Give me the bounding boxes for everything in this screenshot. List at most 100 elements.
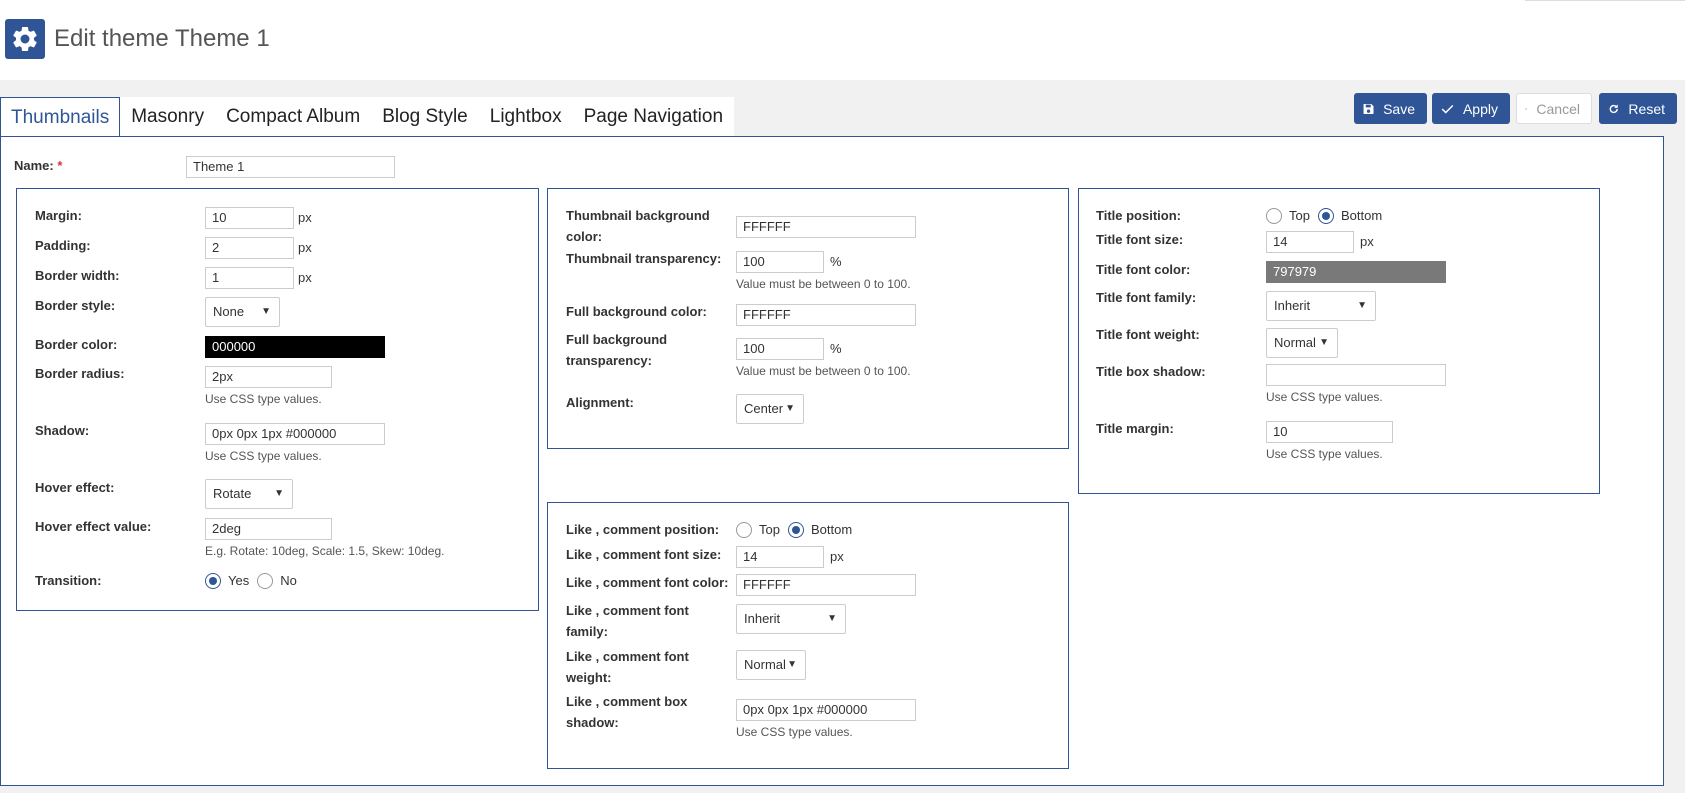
apply-label: Apply xyxy=(1462,100,1498,117)
background-section: Thumbnail background color: FFFFFF Thumbn… xyxy=(547,188,1069,449)
chevron-down-icon: ▼ xyxy=(274,488,284,499)
name-input[interactable]: Theme 1 xyxy=(186,156,395,178)
thumb-bg-color-input[interactable]: FFFFFF xyxy=(736,216,916,238)
like-box-shadow-input[interactable]: 0px 0px 1px #000000 xyxy=(736,699,916,721)
title-font-family-select[interactable]: Inherit ▼ xyxy=(1266,291,1376,321)
margin-input[interactable]: 10 xyxy=(205,207,294,229)
chevron-down-icon: ▼ xyxy=(827,613,837,624)
close-icon xyxy=(1525,107,1528,110)
shadow-hint: Use CSS type values. xyxy=(205,449,322,463)
apply-button[interactable]: Apply xyxy=(1432,93,1510,124)
margin-label: Margin: xyxy=(35,208,82,223)
like-font-weight-label: Like , comment font weight: xyxy=(566,649,689,685)
title-margin-input[interactable]: 10 xyxy=(1266,421,1393,443)
like-font-color-input[interactable]: FFFFFF xyxy=(736,574,916,596)
like-font-family-select[interactable]: Inherit ▼ xyxy=(736,604,846,634)
like-font-family-label: Like , comment font family: xyxy=(566,603,689,639)
border-color-input[interactable]: 000000 xyxy=(205,336,385,358)
alignment-select[interactable]: Center ▼ xyxy=(736,394,804,424)
like-comment-section: Like , comment position: Top Bottom Like… xyxy=(547,502,1069,769)
tab-thumbnails[interactable]: Thumbnails xyxy=(0,97,121,138)
padding-input[interactable]: 2 xyxy=(205,237,294,259)
tab-page-navigation[interactable]: Page Navigation xyxy=(573,97,734,137)
title-margin-label: Title margin: xyxy=(1096,421,1174,436)
border-radius-hint: Use CSS type values. xyxy=(205,392,322,406)
reset-button[interactable]: Reset xyxy=(1599,93,1677,124)
title-font-weight-label: Title font weight: xyxy=(1096,327,1200,342)
margin-unit: px xyxy=(298,210,312,225)
full-bg-color-input[interactable]: FFFFFF xyxy=(736,304,916,326)
like-box-shadow-hint: Use CSS type values. xyxy=(736,725,853,739)
title-position-top-label: Top xyxy=(1289,208,1310,223)
hover-effect-value-input[interactable]: 2deg xyxy=(205,518,332,540)
title-font-weight-select[interactable]: Normal ▼ xyxy=(1266,328,1338,358)
page-header: Edit theme Theme 1 xyxy=(0,0,1685,80)
border-style-label: Border style: xyxy=(35,298,116,313)
chevron-down-icon: ▼ xyxy=(785,403,795,414)
required-marker: * xyxy=(57,158,63,173)
like-position-bottom-radio[interactable] xyxy=(787,522,804,538)
reset-label: Reset xyxy=(1628,100,1665,117)
border-radius-label: Border radius: xyxy=(35,366,125,381)
like-position-radio-group: Top Bottom xyxy=(736,521,860,539)
title-box-shadow-hint: Use CSS type values. xyxy=(1266,390,1383,404)
save-button[interactable]: Save xyxy=(1354,93,1427,124)
cancel-button[interactable]: Cancel xyxy=(1516,93,1592,124)
like-box-shadow-label: Like , comment box shadow: xyxy=(566,694,688,730)
thumbnail-style-section: Margin: 10 px Padding: 2 px Border width… xyxy=(16,188,539,611)
like-font-size-label: Like , comment font size: xyxy=(566,547,722,562)
transition-no-radio[interactable] xyxy=(257,573,274,589)
title-position-top-radio[interactable] xyxy=(1266,208,1282,224)
title-position-bottom-radio[interactable] xyxy=(1317,208,1334,224)
border-width-input[interactable]: 1 xyxy=(205,267,294,289)
title-box-shadow-label: Title box shadow: xyxy=(1096,364,1206,379)
title-position-label: Title position: xyxy=(1096,208,1181,223)
tab-lightbox[interactable]: Lightbox xyxy=(479,97,573,137)
title-font-size-unit: px xyxy=(1360,234,1374,249)
hover-effect-value-label: Hover effect value: xyxy=(35,519,152,534)
transition-label: Transition: xyxy=(35,573,102,588)
title-box-shadow-input[interactable] xyxy=(1266,364,1446,386)
full-bg-transparency-hint: Value must be between 0 to 100. xyxy=(736,364,911,378)
transition-yes-label: Yes xyxy=(228,573,250,588)
full-bg-transparency-label: Full background transparency: xyxy=(566,332,668,368)
hover-effect-label: Hover effect: xyxy=(35,480,115,495)
full-bg-transparency-input[interactable]: 100 xyxy=(736,338,824,360)
tab-compact-album[interactable]: Compact Album xyxy=(215,97,371,137)
floppy-disk-icon xyxy=(1363,103,1374,114)
transition-radio-group: Yes No xyxy=(205,572,305,590)
chevron-down-icon: ▼ xyxy=(261,306,271,317)
thumb-bg-color-label: Thumbnail background color: xyxy=(566,208,710,244)
title-font-size-label: Title font size: xyxy=(1096,232,1184,247)
tab-blog-style[interactable]: Blog Style xyxy=(371,97,479,137)
title-font-family-label: Title font family: xyxy=(1096,290,1197,305)
thumb-transparency-label: Thumbnail transparency: xyxy=(566,251,722,266)
title-font-color-input[interactable]: 797979 xyxy=(1266,261,1446,283)
like-position-top-radio[interactable] xyxy=(736,522,752,538)
transition-yes-radio[interactable] xyxy=(205,573,221,589)
like-font-color-label: Like , comment font color: xyxy=(566,575,729,590)
hover-effect-select[interactable]: Rotate ▼ xyxy=(205,479,293,509)
gear-icon xyxy=(5,19,45,59)
title-position-radio-group: Top Bottom xyxy=(1266,207,1390,225)
like-font-size-input[interactable]: 14 xyxy=(736,546,824,568)
like-font-weight-select[interactable]: Normal ▼ xyxy=(736,650,806,680)
shadow-input[interactable]: 0px 0px 1px #000000 xyxy=(205,423,385,445)
header-divider xyxy=(1525,0,1685,1)
cancel-label: Cancel xyxy=(1536,100,1580,117)
thumb-transparency-input[interactable]: 100 xyxy=(736,251,824,273)
border-style-select[interactable]: None ▼ xyxy=(205,297,280,327)
chevron-down-icon: ▼ xyxy=(787,659,797,670)
save-label: Save xyxy=(1383,100,1415,117)
name-label: Name: * xyxy=(14,158,63,173)
border-radius-input[interactable]: 2px xyxy=(205,366,332,388)
padding-label: Padding: xyxy=(35,238,91,253)
title-font-size-input[interactable]: 14 xyxy=(1266,231,1354,253)
hover-effect-hint: E.g. Rotate: 10deg, Scale: 1.5, Skew: 10… xyxy=(205,544,445,558)
like-position-bottom-label: Bottom xyxy=(810,522,853,537)
thumb-transparency-unit: % xyxy=(830,254,842,269)
scrollbar[interactable] xyxy=(1685,0,1689,793)
border-width-unit: px xyxy=(298,270,312,285)
tab-masonry[interactable]: Masonry xyxy=(120,97,215,137)
like-position-top-label: Top xyxy=(759,522,780,537)
